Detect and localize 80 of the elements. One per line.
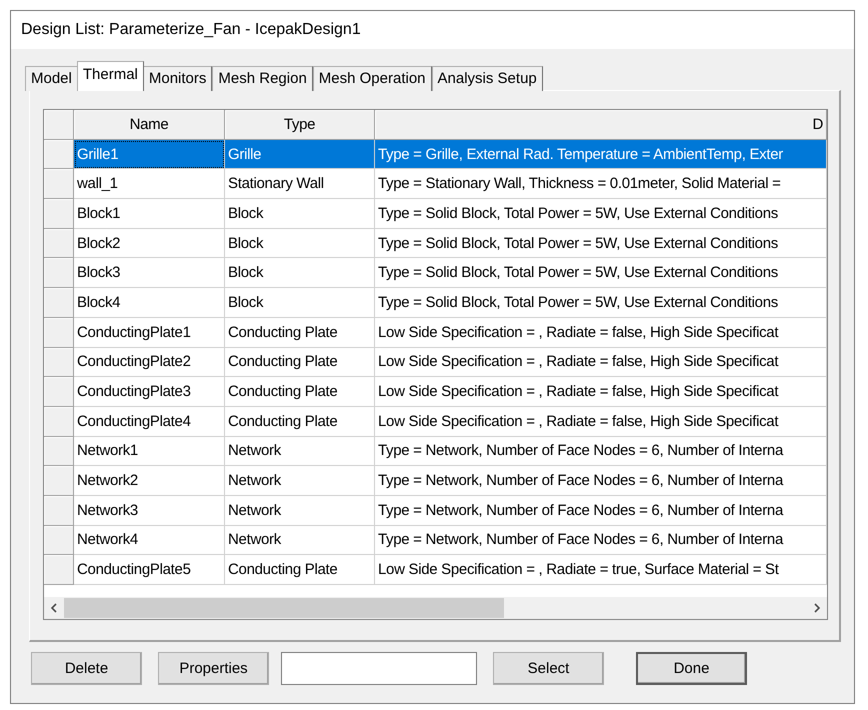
scroll-left-icon[interactable] (50, 603, 58, 613)
table-cell: Low Side Specification = , Radiate = false, High Side Specificat (375, 318, 827, 348)
table-cell: Network2 (74, 466, 225, 496)
row-header[interactable] (44, 406, 74, 437)
table-cell: Conducting Plate (225, 348, 375, 378)
horizontal-scrollbar[interactable] (44, 597, 827, 619)
table-cell: Low Side Specification = , Radiate = false, High Side Specificat (375, 348, 827, 378)
column-header[interactable]: Name (74, 110, 225, 140)
tab[interactable]: Analysis Setup (432, 66, 543, 91)
tab[interactable]: Mesh Region (212, 66, 313, 91)
table-cell: Type = Network, Number of Face Nodes = 6, Number of Interna (375, 526, 827, 556)
row-header[interactable] (44, 199, 74, 229)
text-field[interactable] (281, 652, 477, 685)
column-header[interactable]: D (375, 110, 827, 140)
dialog-button[interactable]: Properties (158, 652, 269, 685)
table-cell: Low Side Specification = , Radiate = false, High Side Specificat (375, 406, 827, 437)
table-cell: ConductingPlate3 (74, 377, 225, 407)
row-header[interactable] (44, 348, 74, 378)
row-header[interactable] (44, 555, 74, 585)
table-cell: Type = Solid Block, Total Power = 5W, Use External Conditions (375, 258, 827, 288)
tab[interactable]: Mesh Operation (312, 66, 432, 91)
table-cell: Network1 (74, 436, 225, 466)
table-cell: Block (225, 228, 375, 258)
row-header[interactable] (44, 258, 74, 288)
table-cell: Block2 (74, 228, 225, 258)
table-cell: Network (225, 526, 375, 556)
table-cell: Grille1 (74, 140, 225, 170)
column-header[interactable]: Type (225, 110, 375, 140)
table-cell: Type = Solid Block, Total Power = 5W, Use External Conditions (375, 199, 827, 229)
corner-header[interactable] (44, 110, 74, 140)
table-cell: Block3 (74, 258, 225, 288)
dialog-button[interactable]: Select (493, 652, 604, 685)
table-cell: Low Side Specification = , Radiate = false, High Side Specificat (375, 377, 827, 407)
table-cell: Block (225, 288, 375, 318)
table-cell: Network (225, 466, 375, 496)
tab[interactable]: Model (25, 66, 78, 91)
table-cell: ConductingPlate1 (74, 318, 225, 348)
table-cell: Block (225, 199, 375, 229)
table-cell: Type = Network, Number of Face Nodes = 6, Number of Interna (375, 466, 827, 496)
row-header[interactable] (44, 140, 74, 170)
table-cell: Conducting Plate (225, 377, 375, 407)
table-cell: Grille (225, 140, 375, 170)
tab[interactable]: Thermal (76, 61, 144, 91)
table-cell: Network4 (74, 526, 225, 556)
table-cell: Type = Solid Block, Total Power = 5W, Use External Conditions (375, 288, 827, 318)
table-cell: ConductingPlate4 (74, 406, 225, 437)
done-button[interactable]: Done (636, 652, 747, 685)
table-cell: Conducting Plate (225, 406, 375, 437)
row-header[interactable] (44, 496, 74, 526)
table-cell: ConductingPlate2 (74, 348, 225, 378)
table-cell: Type = Stationary Wall, Thickness = 0.01meter, Solid Material = (375, 169, 827, 200)
table-cell: Block1 (74, 199, 225, 229)
row-header[interactable] (44, 318, 74, 348)
table-cell: Type = Network, Number of Face Nodes = 6, Number of Interna (375, 436, 827, 466)
window-title: Design List: Parameterize_Fan - IcepakDesign1 (11, 11, 854, 49)
table-cell: wall_1 (74, 169, 225, 200)
row-header[interactable] (44, 377, 74, 407)
table-cell: Stationary Wall (225, 169, 375, 200)
table-cell: ConductingPlate5 (74, 555, 225, 585)
table-cell: Low Side Specification = , Radiate = true, Surface Material = St (375, 555, 827, 585)
table-cell: Network (225, 436, 375, 466)
dialog-button[interactable]: Delete (31, 652, 142, 685)
row-header[interactable] (44, 288, 74, 318)
row-header[interactable] (44, 526, 74, 556)
table-cell: Network (225, 496, 375, 526)
row-header[interactable] (44, 466, 74, 496)
row-header[interactable] (44, 228, 74, 258)
scroll-right-icon[interactable] (813, 603, 821, 613)
table-cell: Block4 (74, 288, 225, 318)
table-cell: Block (225, 258, 375, 288)
table-cell: Type = Grille, External Rad. Temperature = AmbientTemp, Exter (375, 140, 827, 170)
table-cell: Conducting Plate (225, 555, 375, 585)
scrollbar-thumb[interactable] (64, 598, 504, 618)
table-cell: Conducting Plate (225, 318, 375, 348)
table-cell: Type = Network, Number of Face Nodes = 6, Number of Interna (375, 496, 827, 526)
table-cell: Network3 (74, 496, 225, 526)
row-header[interactable] (44, 436, 74, 466)
tab[interactable]: Monitors (142, 66, 212, 91)
row-header[interactable] (44, 169, 74, 200)
table-cell: Type = Solid Block, Total Power = 5W, Use External Conditions (375, 228, 827, 258)
